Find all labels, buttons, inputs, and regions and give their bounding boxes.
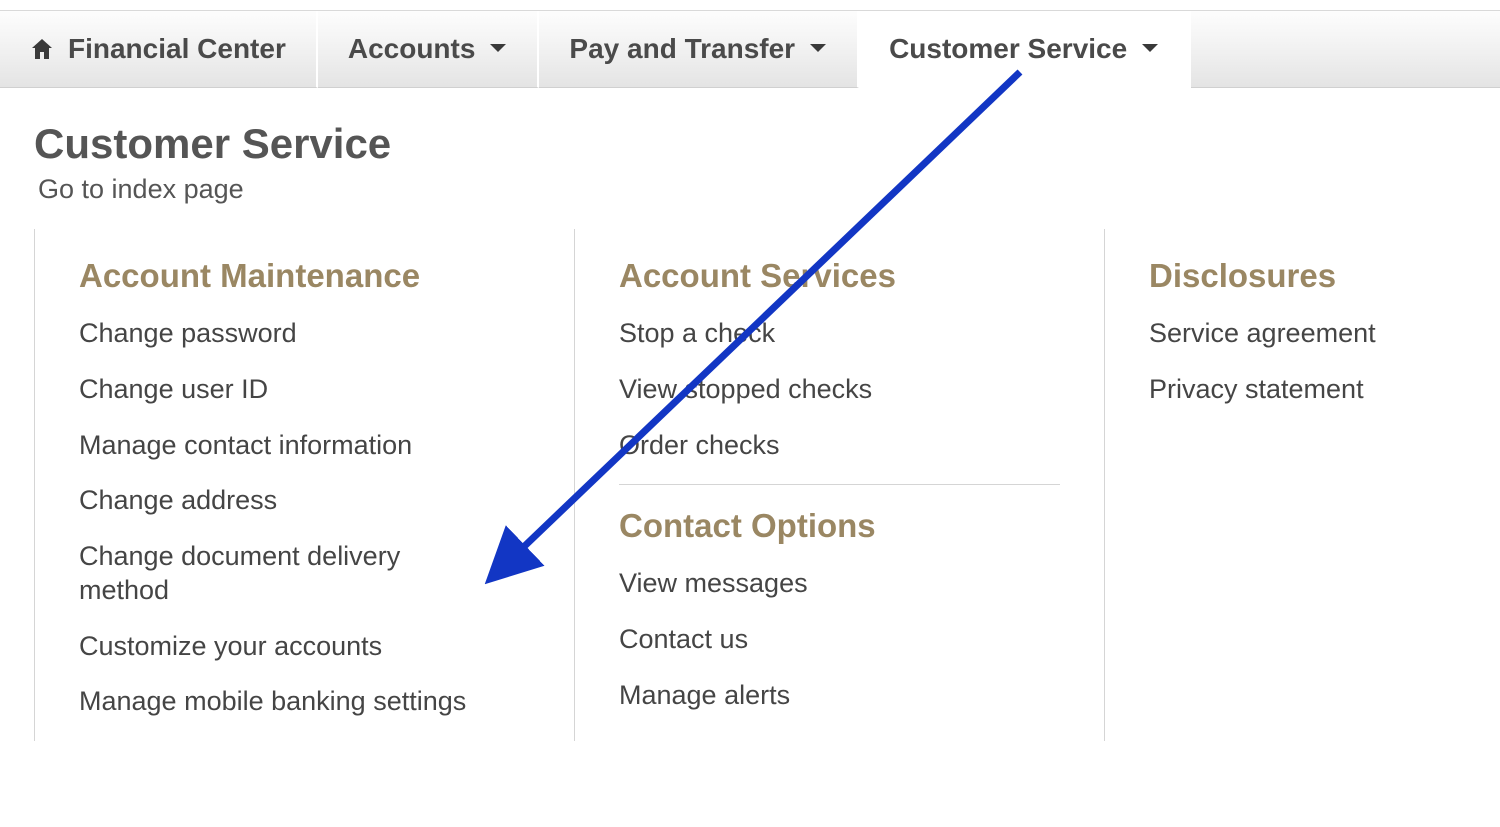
link-customize-your-accounts[interactable]: Customize your accounts <box>79 630 479 664</box>
tab-label: Financial Center <box>68 33 286 65</box>
link-change-password[interactable]: Change password <box>79 317 479 351</box>
columns: Account Maintenance Change password Chan… <box>34 229 1466 741</box>
link-change-document-delivery-method[interactable]: Change document delivery method <box>79 540 479 608</box>
caret-down-icon <box>489 43 507 55</box>
home-icon <box>30 38 54 60</box>
link-service-agreement[interactable]: Service agreement <box>1149 317 1422 351</box>
link-order-checks[interactable]: Order checks <box>619 429 1019 463</box>
col-disclosures: Disclosures Service agreement Privacy st… <box>1104 229 1466 741</box>
tab-pay-and-transfer[interactable]: Pay and Transfer <box>539 11 859 88</box>
section-divider <box>619 484 1060 485</box>
tab-label: Customer Service <box>889 33 1127 65</box>
col-services-contact: Account Services Stop a check View stopp… <box>574 229 1104 741</box>
tab-label: Pay and Transfer <box>569 33 795 65</box>
page-title: Customer Service <box>34 120 1466 168</box>
page-body: Customer Service Go to index page Accoun… <box>0 88 1500 741</box>
top-nav: Financial Center Accounts Pay and Transf… <box>0 10 1500 88</box>
col-account-maintenance: Account Maintenance Change password Chan… <box>34 229 574 741</box>
link-manage-alerts[interactable]: Manage alerts <box>619 679 1019 713</box>
heading-account-services: Account Services <box>619 257 1060 295</box>
index-page-link[interactable]: Go to index page <box>38 174 1466 205</box>
link-view-stopped-checks[interactable]: View stopped checks <box>619 373 1019 407</box>
heading-disclosures: Disclosures <box>1149 257 1422 295</box>
link-manage-mobile-banking-settings[interactable]: Manage mobile banking settings <box>79 685 479 719</box>
tab-accounts[interactable]: Accounts <box>318 11 540 88</box>
caret-down-icon <box>809 43 827 55</box>
link-view-messages[interactable]: View messages <box>619 567 1019 601</box>
link-contact-us[interactable]: Contact us <box>619 623 1019 657</box>
heading-account-maintenance: Account Maintenance <box>79 257 530 295</box>
heading-contact-options: Contact Options <box>619 507 1060 545</box>
link-stop-a-check[interactable]: Stop a check <box>619 317 1019 351</box>
link-privacy-statement[interactable]: Privacy statement <box>1149 373 1422 407</box>
link-manage-contact-information[interactable]: Manage contact information <box>79 429 479 463</box>
tab-financial-center[interactable]: Financial Center <box>0 11 318 88</box>
tab-label: Accounts <box>348 33 476 65</box>
tab-spacer <box>1191 11 1500 88</box>
tab-customer-service[interactable]: Customer Service <box>859 11 1191 88</box>
link-change-address[interactable]: Change address <box>79 484 479 518</box>
link-change-user-id[interactable]: Change user ID <box>79 373 479 407</box>
caret-down-icon <box>1141 43 1159 55</box>
